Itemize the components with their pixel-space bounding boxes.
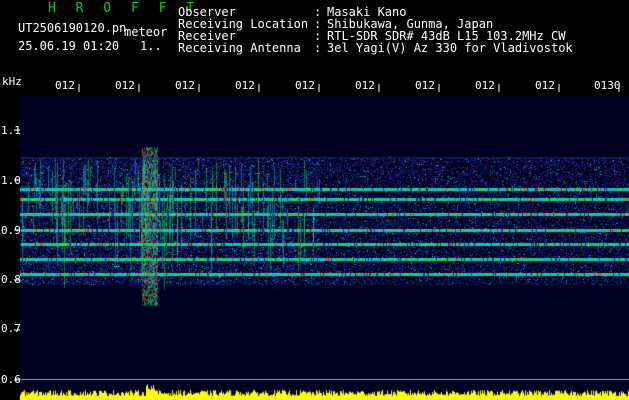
axis-tick-marks <box>14 84 620 381</box>
